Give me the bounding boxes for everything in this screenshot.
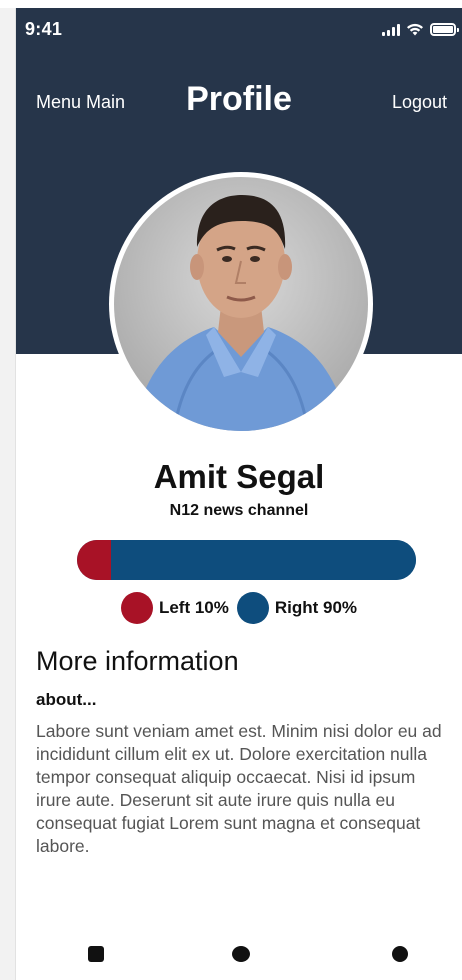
bottom-navigation [16, 942, 462, 970]
home-button[interactable] [232, 946, 250, 962]
profile-name: Amit Segal [153, 458, 325, 495]
device-frame-edge [0, 0, 16, 980]
wifi-icon [407, 23, 423, 36]
legend-left-label: Left 10% [158, 598, 229, 617]
more-info-title: More information [36, 646, 239, 676]
device-frame-top [0, 0, 462, 8]
status-bar: 9:41 [16, 8, 462, 52]
signal-icon [382, 24, 400, 36]
bias-legend: Left 10% Right 90% [16, 592, 462, 624]
legend-item-left: Left 10% [120, 592, 229, 624]
profile-photo [114, 177, 368, 431]
legend-item-right: Right 90% [236, 592, 358, 624]
bias-bar-right-segment [110, 540, 416, 580]
logout-button[interactable]: Logout [392, 92, 447, 113]
avatar [109, 172, 373, 436]
person-photo-illustration [134, 195, 348, 431]
recent-apps-button[interactable] [88, 946, 104, 962]
status-icons [382, 22, 459, 36]
phone-screen: 9:41 Menu Main Profile Logout Amit Segal… [16, 8, 462, 980]
status-time: 9:41 [25, 19, 63, 39]
menu-main-button[interactable]: Menu Main [36, 92, 125, 113]
back-button[interactable] [392, 946, 408, 962]
left-dot-icon [120, 592, 153, 624]
battery-icon [430, 23, 459, 36]
profile-channel: N12 news channel [169, 502, 309, 519]
right-dot-icon [236, 592, 269, 624]
bias-bar-left-segment [77, 540, 111, 580]
more-info-subtitle: about... [36, 690, 97, 709]
more-info-text: Labore sunt veniam amet est. Minim nisi … [36, 721, 442, 856]
bias-bar [77, 540, 416, 580]
legend-right-label: Right 90% [274, 598, 358, 617]
